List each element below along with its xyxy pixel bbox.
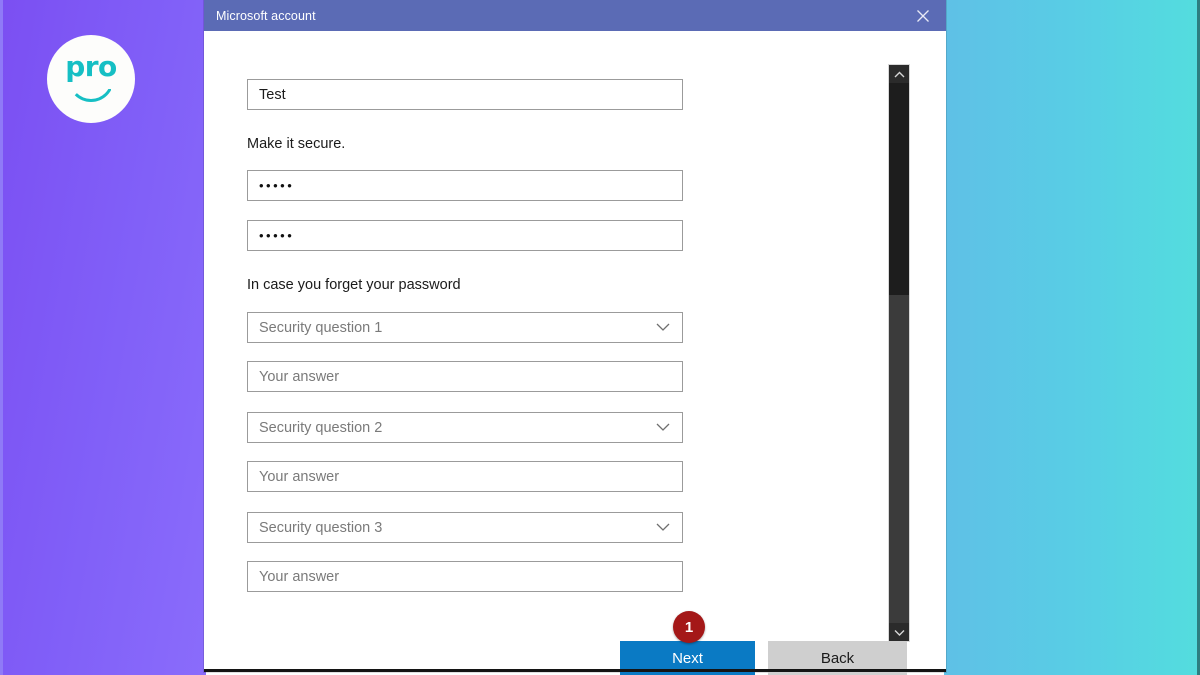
form-scrollbar[interactable] (888, 64, 910, 642)
desktop-edge-left (0, 0, 3, 675)
security-question-3-label: Security question 3 (259, 519, 383, 536)
security-answer-3-placeholder: Your answer (259, 568, 340, 585)
name-input-value: Test (259, 86, 286, 103)
security-question-1-label: Security question 1 (259, 319, 383, 336)
chevron-down-icon (656, 523, 670, 532)
account-form: Test Make it secure. ••••• ••••• In case… (204, 31, 946, 675)
password-confirm-input-value: ••••• (259, 228, 295, 243)
pro-logo: pro (47, 35, 135, 123)
microsoft-account-dialog: Microsoft account Test Make it secure. •… (204, 0, 946, 675)
scrollbar-thumb[interactable] (889, 83, 909, 295)
security-question-2-label: Security question 2 (259, 419, 383, 436)
password-input-value: ••••• (259, 178, 295, 193)
chevron-down-icon (656, 423, 670, 432)
password-confirm-input[interactable]: ••••• (247, 220, 683, 251)
security-answer-2-input[interactable]: Your answer (247, 461, 683, 492)
chevron-down-icon[interactable] (889, 623, 909, 641)
security-answer-1-input[interactable]: Your answer (247, 361, 683, 392)
dialog-title: Microsoft account (216, 8, 316, 23)
forgot-password-label: In case you forget your password (247, 277, 461, 293)
name-input[interactable]: Test (247, 79, 683, 110)
desktop-background-right (944, 0, 1200, 675)
security-question-1-select[interactable]: Security question 1 (247, 312, 683, 343)
pro-logo-inner: pro (56, 52, 126, 106)
close-icon[interactable] (900, 0, 946, 31)
make-it-secure-label: Make it secure. (247, 136, 346, 152)
security-answer-1-placeholder: Your answer (259, 368, 340, 385)
screen: pro Microsoft account Test Make it secur… (0, 0, 1200, 675)
step-badge: 1 (673, 611, 705, 643)
security-question-3-select[interactable]: Security question 3 (247, 512, 683, 543)
chevron-down-icon (656, 323, 670, 332)
security-question-2-select[interactable]: Security question 2 (247, 412, 683, 443)
password-input[interactable]: ••••• (247, 170, 683, 201)
security-answer-3-input[interactable]: Your answer (247, 561, 683, 592)
chevron-up-icon[interactable] (889, 65, 909, 83)
dialog-bottom-rule (204, 669, 946, 672)
security-answer-2-placeholder: Your answer (259, 468, 340, 485)
smile-icon (68, 78, 114, 102)
dialog-titlebar: Microsoft account (204, 0, 946, 31)
